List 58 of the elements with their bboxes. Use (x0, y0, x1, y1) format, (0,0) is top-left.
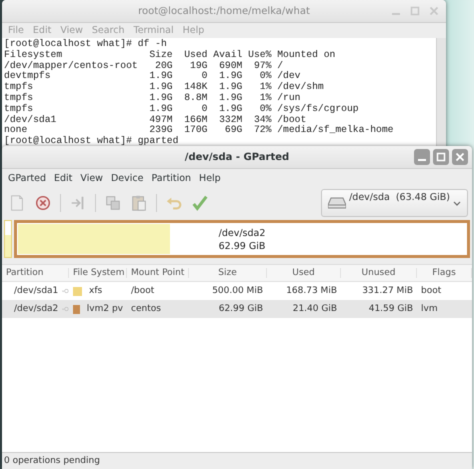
table-cell: lvm2 pv (86, 304, 123, 314)
column-header[interactable]: Flags (417, 268, 472, 278)
table-cell: /dev/sda2 (14, 304, 58, 314)
partition-block[interactable] (4, 220, 12, 258)
table-cell-text: centos (130, 304, 162, 314)
terminal-line: tmpfs 1.9G 148K 1.9G 1% /dev/shm (4, 82, 325, 93)
column-header[interactable]: File System (69, 268, 127, 278)
terminal-line: /dev/sda1 497M 166M 332M 34% /boot (4, 114, 308, 125)
terminal-line: [root@localhost what]# gparted (4, 136, 180, 147)
table-cell-text: 168.73 MiB (285, 286, 338, 296)
menu-item[interactable]: View (80, 173, 103, 184)
table-cell: /dev/sda1 (14, 286, 58, 296)
table-row[interactable]: /dev/sda2 lvm2 pv centos 62.99 GiB 21.40 GiB 41.59 GiB lvm (2, 300, 472, 318)
terminal-line: tmpfs 1.9G 8.8M 1.9G 1% /run (4, 92, 302, 104)
new-partition-icon[interactable] (8, 194, 26, 212)
close-icon[interactable] (452, 149, 468, 165)
terminal-line: devtmpfs 1.9G 0 1.9G 0% /dev (4, 71, 302, 82)
key-icon (62, 287, 69, 295)
column-header[interactable]: Unused (341, 268, 417, 278)
partition-block[interactable]: /dev/sda2 62.99 GiB (14, 220, 470, 258)
table-cell-text: 41.59 GiB (368, 304, 414, 314)
window-title: root@localhost:/home/melka/what (138, 6, 310, 16)
caret-icon (453, 199, 461, 207)
column-header[interactable]: Size (189, 268, 267, 278)
window-title: /dev/sda - GParted (184, 152, 290, 162)
terminal-line: tmpfs 1.9G 0 1.9G 0% /sys/fs/cgroup (4, 104, 360, 115)
table-cell-text: 62.99 GiB (218, 304, 264, 314)
table-cell-text: boot (420, 286, 442, 296)
apply-icon[interactable] (191, 194, 209, 212)
device-selector[interactable]: /dev/sda (63.48 GiB) (321, 189, 468, 217)
table-row[interactable]: /dev/sda1 xfs /boot 500.00 MiB 168.73 MiB 331.27 MiB boot (2, 282, 472, 300)
table-cell-text: /boot (130, 286, 156, 296)
copy-icon[interactable] (104, 194, 122, 212)
terminal-line: none 239G 170G 69G 72% /media/sf_melka-home (4, 125, 395, 136)
paste-icon[interactable] (130, 194, 148, 212)
table-cell-text: 331.27 MiB (361, 286, 414, 296)
table-cell-text: lvm (420, 304, 439, 314)
menu-item[interactable]: Help (199, 173, 221, 184)
menu-item[interactable]: Partition (151, 173, 192, 184)
menu-item[interactable]: Device (110, 173, 144, 184)
maximize-icon[interactable] (433, 149, 449, 165)
column-header[interactable]: Mount Point (127, 268, 189, 278)
key-icon (62, 305, 69, 313)
minimize-icon[interactable] (414, 149, 430, 165)
terminal-line: Filesystem Size Used Avail Use% Mounted on (4, 50, 336, 61)
column-header[interactable]: Partition (2, 268, 69, 278)
table-cell-text: 21.40 GiB (292, 304, 338, 314)
menu-item[interactable]: Edit (54, 173, 72, 184)
table-cell-text: 500.00 MiB (211, 286, 264, 296)
terminal-line: /dev/mapper/centos-root 20G 19G 690M 97% / (4, 60, 284, 71)
delete-icon[interactable] (34, 194, 52, 212)
terminal-line: [root@localhost what]# df -h (4, 39, 168, 50)
partition-size: 62.99 GiB (218, 240, 266, 253)
menu-item[interactable]: GParted (8, 173, 46, 184)
partition-name: /dev/sda2 (218, 227, 266, 240)
table-cell: xfs (89, 286, 102, 296)
status-bar: 0 operations pending (2, 452, 472, 469)
column-header[interactable]: Used (267, 268, 341, 278)
